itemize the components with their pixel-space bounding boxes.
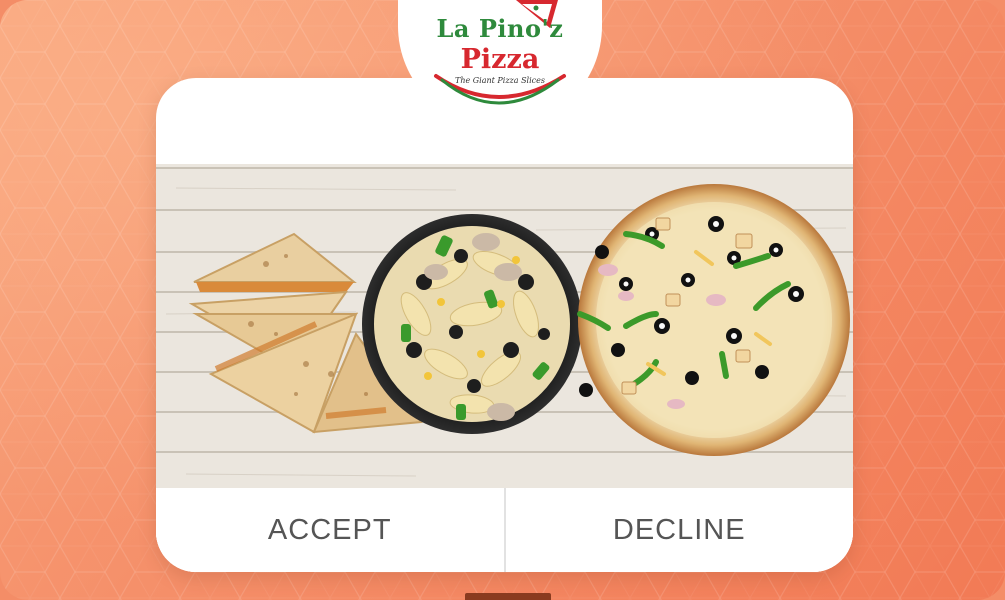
bottom-tab-handle [465, 593, 551, 600]
brand-logo: La Pino'z Pizza The Giant Pizza Slices [398, 0, 602, 128]
accept-button[interactable]: ACCEPT [156, 488, 504, 572]
action-bar: ACCEPT DECLINE [156, 488, 853, 572]
decline-button[interactable]: DECLINE [505, 488, 853, 572]
brand-name-line2: Pizza [460, 44, 540, 75]
offer-card: ACCEPT DECLINE [156, 78, 853, 572]
brand-tagline: The Giant Pizza Slices [455, 76, 545, 85]
brand-name-line1: La Pino'z [436, 14, 564, 43]
pasta-bowl [362, 214, 582, 434]
pizza [577, 184, 850, 456]
